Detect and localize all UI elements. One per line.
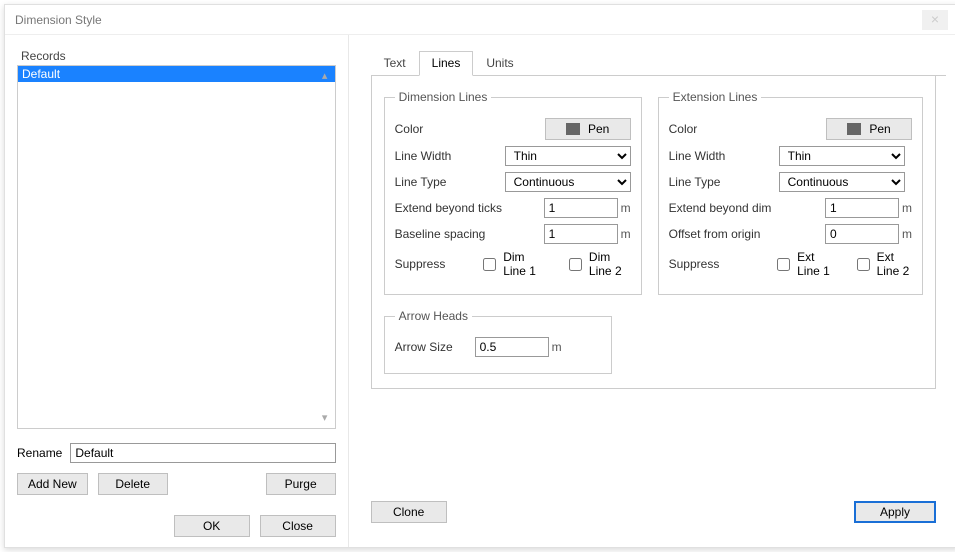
- extension-lines-group: Extension Lines Color Pen Line Width Thi…: [658, 90, 923, 295]
- close-icon[interactable]: ×: [922, 10, 948, 30]
- dim-type-label: Line Type: [395, 175, 505, 189]
- ext-offset-label: Offset from origin: [669, 227, 779, 241]
- ext-color-label: Color: [669, 122, 779, 136]
- rename-label: Rename: [17, 446, 62, 460]
- unit-label: m: [902, 201, 912, 215]
- ext-offset-input[interactable]: [825, 224, 899, 244]
- chevron-up-icon[interactable]: ▴: [317, 68, 333, 84]
- window-title: Dimension Style: [15, 5, 102, 35]
- add-new-button[interactable]: Add New: [17, 473, 88, 495]
- pen-label: Pen: [869, 122, 890, 136]
- records-label: Records: [21, 49, 336, 63]
- dim-width-select[interactable]: Thin: [505, 146, 631, 166]
- dim-color-label: Color: [395, 122, 505, 136]
- color-swatch-icon: [847, 123, 861, 135]
- ext-pen-button[interactable]: Pen: [826, 118, 912, 140]
- dim-type-select[interactable]: Continuous: [505, 172, 631, 192]
- dim-pen-button[interactable]: Pen: [545, 118, 631, 140]
- tab-lines[interactable]: Lines: [419, 51, 474, 76]
- titlebar: Dimension Style ×: [5, 5, 955, 35]
- chevron-down-icon[interactable]: ▾: [317, 410, 333, 426]
- unit-label: m: [902, 227, 912, 241]
- dim-line2-label: Dim Line 2: [589, 250, 631, 278]
- ext-line2-label: Ext Line 2: [877, 250, 912, 278]
- dim-extend-label: Extend beyond ticks: [395, 201, 505, 215]
- ext-line1-checkbox[interactable]: Ext Line 1: [773, 250, 832, 278]
- dim-baseline-label: Baseline spacing: [395, 227, 505, 241]
- arrow-size-label: Arrow Size: [395, 340, 475, 354]
- dim-suppress-label: Suppress: [395, 257, 460, 271]
- close-button[interactable]: Close: [260, 515, 336, 537]
- dimension-lines-legend: Dimension Lines: [395, 90, 492, 104]
- rename-input[interactable]: [70, 443, 335, 463]
- list-item[interactable]: Default: [18, 66, 335, 82]
- arrow-heads-legend: Arrow Heads: [395, 309, 472, 323]
- color-swatch-icon: [566, 123, 580, 135]
- ext-extend-input[interactable]: [825, 198, 899, 218]
- dim-width-label: Line Width: [395, 149, 505, 163]
- arrow-heads-group: Arrow Heads Arrow Size m: [384, 309, 612, 374]
- dimension-lines-group: Dimension Lines Color Pen Line Width Thi…: [384, 90, 642, 295]
- arrow-size-input[interactable]: [475, 337, 549, 357]
- dim-line1-checkbox[interactable]: Dim Line 1: [479, 250, 545, 278]
- clone-button[interactable]: Clone: [371, 501, 447, 523]
- ext-line1-label: Ext Line 1: [797, 250, 832, 278]
- purge-button[interactable]: Purge: [266, 473, 336, 495]
- tab-bar: Text Lines Units: [371, 51, 946, 76]
- apply-button[interactable]: Apply: [854, 501, 936, 523]
- unit-label: m: [621, 227, 631, 241]
- dimension-style-window: Dimension Style × Records Default ▴ ▾ Re…: [4, 4, 955, 548]
- pen-label: Pen: [588, 122, 609, 136]
- right-panel: Text Lines Units Dimension Lines Color P…: [349, 35, 955, 547]
- ext-type-label: Line Type: [669, 175, 779, 189]
- ext-suppress-label: Suppress: [669, 257, 754, 271]
- dim-baseline-input[interactable]: [544, 224, 618, 244]
- ext-type-select[interactable]: Continuous: [779, 172, 905, 192]
- tab-units[interactable]: Units: [473, 51, 526, 75]
- left-panel: Records Default ▴ ▾ Rename Add New Delet…: [5, 35, 349, 547]
- ok-button[interactable]: OK: [174, 515, 250, 537]
- ext-width-label: Line Width: [669, 149, 779, 163]
- dim-line1-label: Dim Line 1: [503, 250, 545, 278]
- ext-line2-checkbox[interactable]: Ext Line 2: [853, 250, 912, 278]
- records-listbox[interactable]: Default ▴ ▾: [17, 65, 336, 429]
- ext-width-select[interactable]: Thin: [779, 146, 905, 166]
- lines-pane: Dimension Lines Color Pen Line Width Thi…: [371, 76, 936, 389]
- dim-extend-input[interactable]: [544, 198, 618, 218]
- unit-label: m: [621, 201, 631, 215]
- ext-extend-label: Extend beyond dim: [669, 201, 779, 215]
- dim-line2-checkbox[interactable]: Dim Line 2: [565, 250, 631, 278]
- delete-button[interactable]: Delete: [98, 473, 168, 495]
- extension-lines-legend: Extension Lines: [669, 90, 762, 104]
- unit-label: m: [552, 340, 562, 354]
- tab-text[interactable]: Text: [371, 51, 419, 75]
